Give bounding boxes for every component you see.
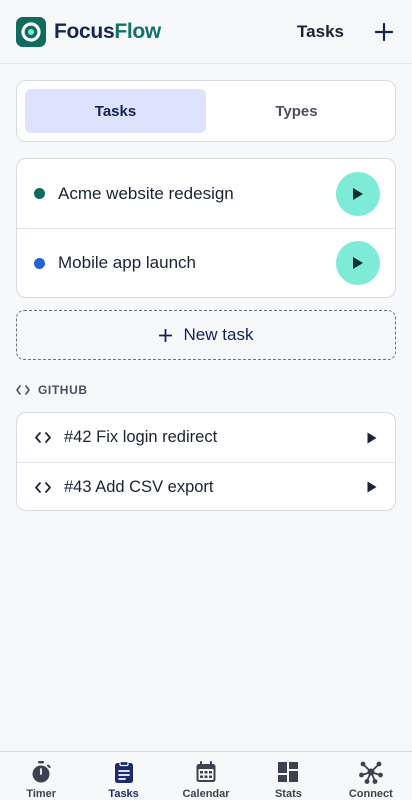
brand-part-flow: Flow bbox=[114, 19, 161, 43]
task-row[interactable]: Mobile app launch bbox=[17, 228, 395, 297]
clipboard-icon bbox=[114, 760, 133, 783]
nav-item-tasks[interactable]: Tasks bbox=[82, 752, 164, 800]
brand-part-focus: Focus bbox=[54, 19, 115, 43]
add-task-button[interactable] bbox=[372, 20, 396, 44]
play-icon bbox=[353, 257, 363, 269]
tab-types[interactable]: Types bbox=[206, 89, 387, 133]
nav-label: Timer bbox=[26, 788, 57, 800]
play-icon[interactable] bbox=[367, 481, 377, 493]
stopwatch-icon bbox=[32, 761, 51, 783]
github-section-label: GITHUB bbox=[38, 383, 88, 397]
github-issue-row[interactable]: #42 Fix login redirect bbox=[17, 413, 395, 462]
app-logo-icon bbox=[16, 16, 46, 47]
app-header: FocusFlow Tasks bbox=[0, 0, 412, 64]
network-icon bbox=[358, 761, 383, 784]
code-icon bbox=[35, 481, 51, 493]
play-icon bbox=[353, 187, 363, 200]
nav-item-timer[interactable]: Timer bbox=[0, 752, 82, 800]
new-task-button[interactable]: New task bbox=[16, 310, 396, 360]
github-issue-title: #42 Fix login redirect bbox=[64, 428, 218, 446]
task-name: Mobile app launch bbox=[58, 253, 196, 272]
github-issue-list: #42 Fix login redirect #43 Add CSV expor… bbox=[16, 412, 396, 511]
task-list: Acme website redesign Mobile app launch bbox=[16, 158, 396, 298]
nav-label: Stats bbox=[274, 788, 302, 800]
task-color-dot bbox=[34, 188, 45, 199]
tasks-types-segmented-control: Tasks Types bbox=[16, 80, 396, 142]
new-task-label: New task bbox=[183, 325, 254, 344]
bottom-nav: Timer Tasks Calendar Stats Connect bbox=[0, 751, 412, 800]
nav-item-connect[interactable]: Connect bbox=[330, 752, 412, 800]
github-section-header: GITHUB bbox=[16, 383, 88, 397]
app-brand: FocusFlow bbox=[54, 20, 161, 44]
code-icon bbox=[35, 432, 51, 443]
nav-label: Connect bbox=[348, 788, 393, 800]
task-color-dot bbox=[34, 257, 45, 269]
nav-item-stats[interactable]: Stats bbox=[247, 752, 329, 800]
nav-label: Tasks bbox=[108, 788, 139, 800]
plus-icon bbox=[158, 328, 172, 342]
tab-tasks[interactable]: Tasks bbox=[25, 89, 206, 133]
start-timer-button[interactable] bbox=[336, 171, 380, 216]
task-row[interactable]: Acme website redesign bbox=[17, 159, 395, 228]
nav-item-calendar[interactable]: Calendar bbox=[165, 752, 247, 800]
page-title: Tasks bbox=[297, 21, 344, 41]
nav-label: Calendar bbox=[182, 788, 230, 800]
dashboard-icon bbox=[278, 762, 299, 782]
play-icon[interactable] bbox=[367, 432, 377, 444]
start-timer-button[interactable] bbox=[336, 241, 380, 285]
task-name: Acme website redesign bbox=[58, 183, 234, 203]
github-issue-title: #43 Add CSV export bbox=[64, 477, 214, 496]
github-issue-row[interactable]: #43 Add CSV export bbox=[17, 462, 395, 510]
code-icon bbox=[16, 385, 30, 395]
plus-icon bbox=[375, 22, 393, 41]
calendar-icon bbox=[196, 761, 216, 782]
